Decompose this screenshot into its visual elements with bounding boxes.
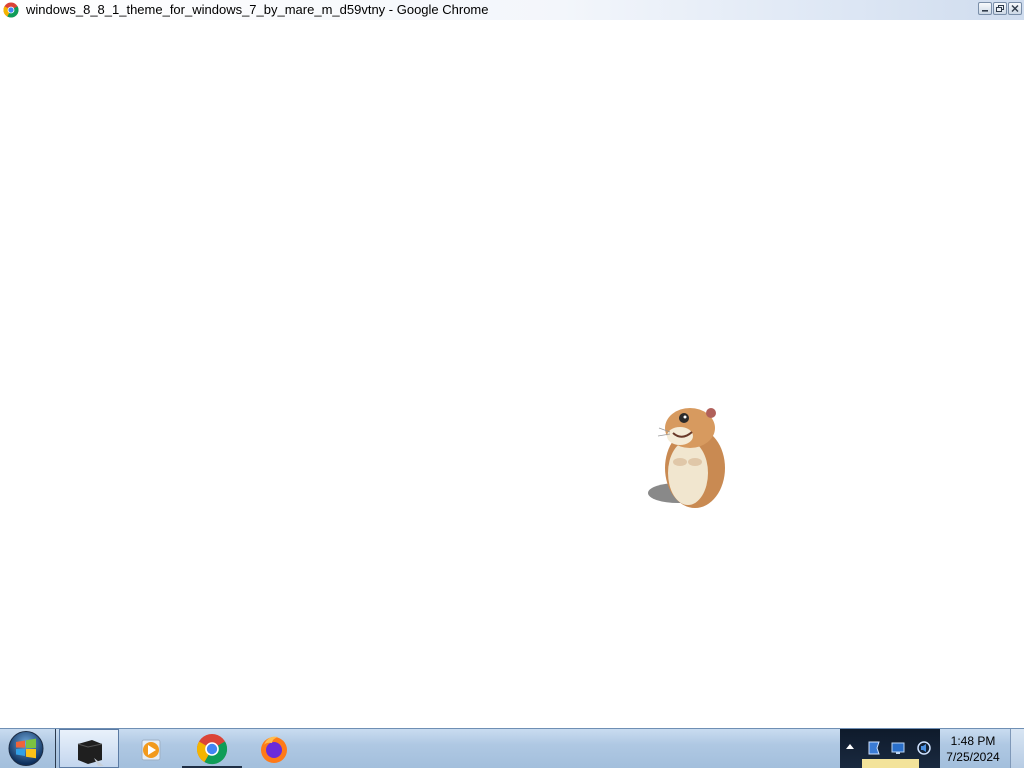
firefox-icon [261, 736, 287, 763]
window-controls [978, 2, 1022, 15]
windows-start-icon[interactable] [4, 730, 48, 767]
window-title-bar[interactable]: windows_8_8_1_theme_for_windows_7_by_mar… [0, 0, 1024, 20]
tray-highlight [862, 759, 919, 768]
volume-icon[interactable] [916, 740, 932, 756]
taskbar-firefox-button[interactable] [244, 729, 304, 768]
clock-date: 7/25/2024 [946, 750, 1000, 764]
restore-button[interactable] [993, 2, 1007, 15]
chrome-icon [196, 734, 228, 765]
window-title: windows_8_8_1_theme_for_windows_7_by_mar… [26, 2, 489, 17]
taskbar-file-explorer-button[interactable] [59, 729, 119, 768]
minimize-button[interactable] [978, 2, 992, 15]
file-explorer-icon [77, 740, 104, 766]
hamster-image [648, 408, 725, 508]
close-icon [1011, 5, 1019, 12]
chrome-icon [3, 2, 19, 18]
show-desktop-button[interactable] [1010, 729, 1024, 768]
taskbar-separator [55, 729, 56, 768]
taskbar-chrome-button[interactable] [182, 729, 242, 768]
clock-time: 1:48 PM [950, 734, 996, 748]
taskbar-media-player-button[interactable] [120, 729, 180, 768]
restore-icon [996, 5, 1004, 12]
taskbar-clock[interactable]: 1:48 PM 7/25/2024 [940, 729, 1006, 768]
media-player-icon [141, 739, 161, 761]
action-center-icon[interactable] [866, 740, 882, 756]
browser-content-area [0, 20, 1024, 728]
close-button[interactable] [1008, 2, 1022, 15]
show-hidden-icons-arrow[interactable] [846, 744, 854, 749]
network-icon[interactable] [890, 740, 906, 756]
taskbar: 1:48 PM 7/25/2024 [0, 728, 1024, 768]
minimize-icon [982, 10, 988, 12]
